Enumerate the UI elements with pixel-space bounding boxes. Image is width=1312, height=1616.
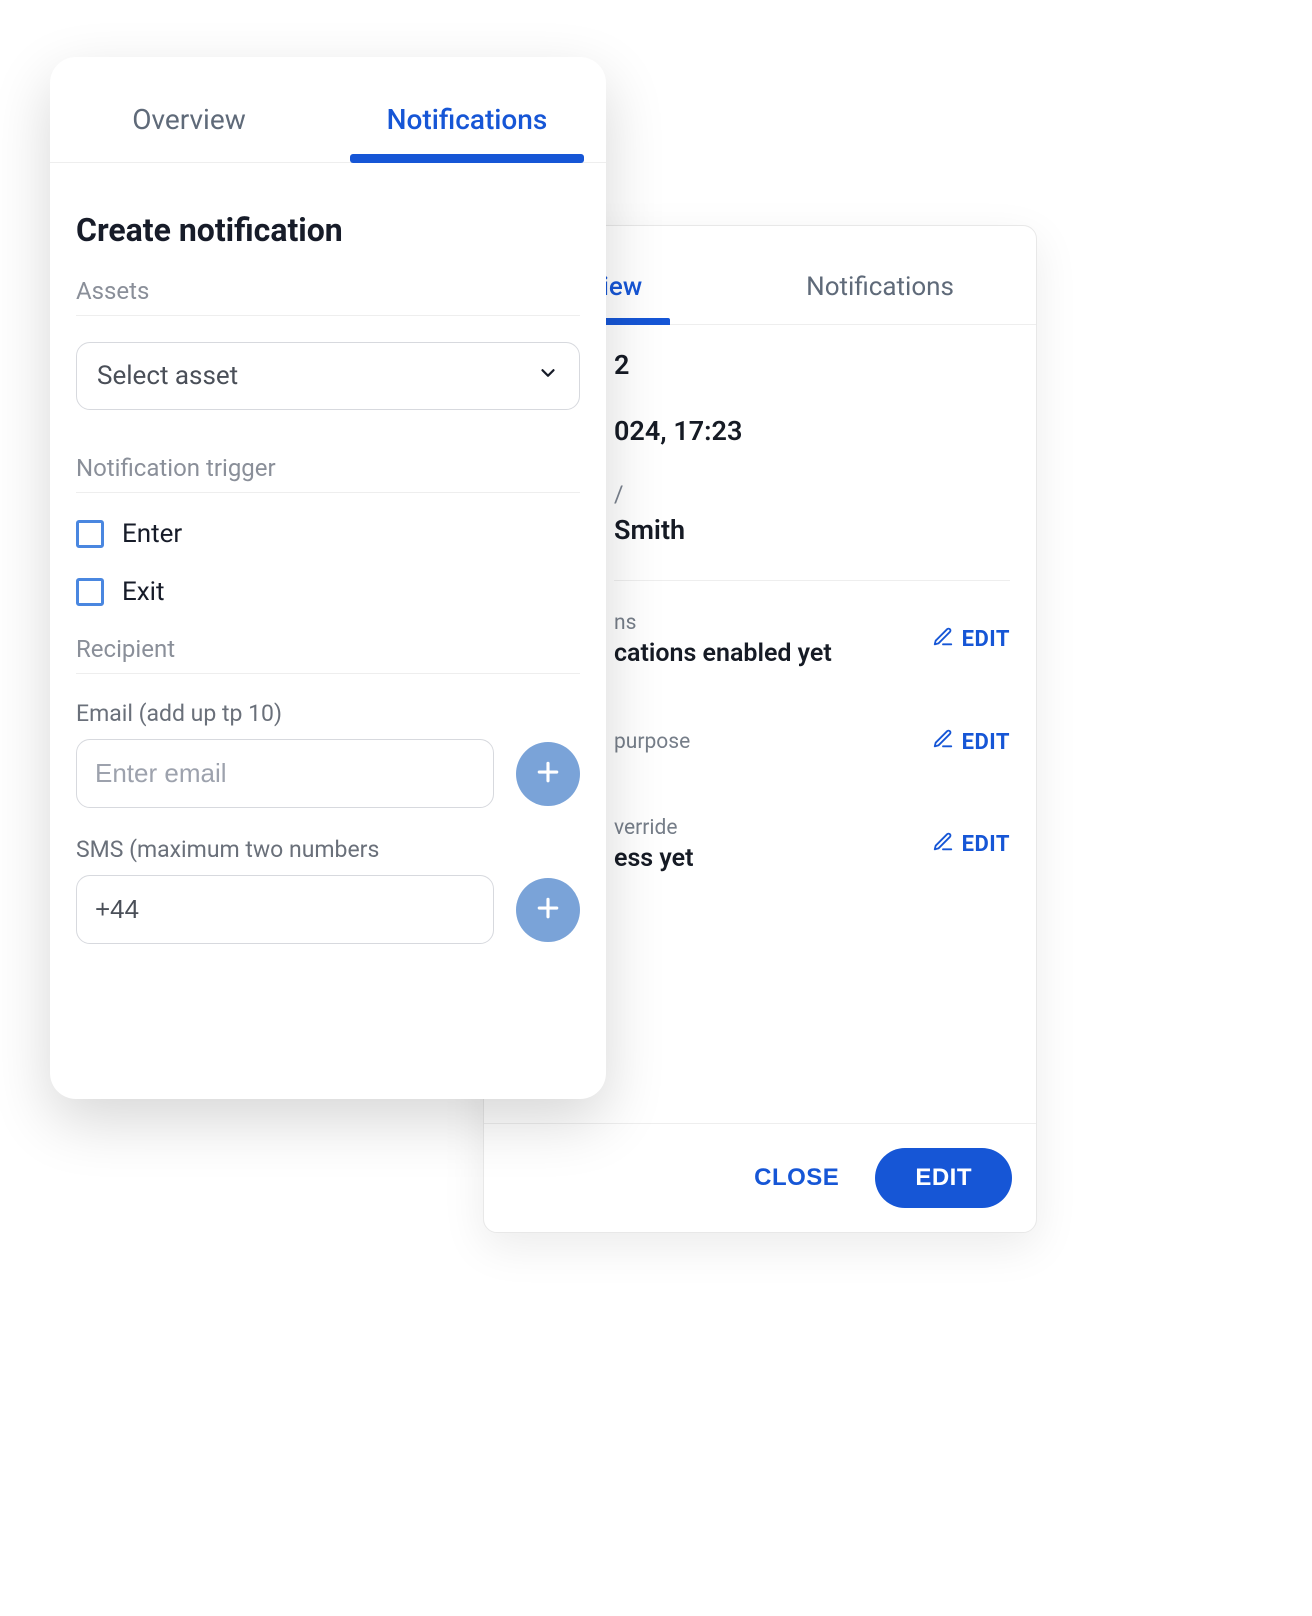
checkbox-exit[interactable] xyxy=(76,578,104,606)
overview-item-label: purpose xyxy=(614,730,922,754)
divider xyxy=(76,492,580,493)
overview-row-value: 024, 17:23 xyxy=(614,415,1010,447)
overview-item: verride ess yet EDIT xyxy=(614,816,1010,873)
divider xyxy=(76,673,580,674)
checkbox-exit-label: Exit xyxy=(122,577,165,607)
sms-input[interactable] xyxy=(76,875,494,944)
email-field-label: Email (add up tp 10) xyxy=(76,700,580,727)
tab-overview[interactable]: Overview xyxy=(50,81,328,162)
overview-row: / Smith xyxy=(614,481,1010,546)
overview-item: ns cations enabled yet EDIT xyxy=(614,611,1010,668)
overview-item: purpose EDIT xyxy=(614,728,1010,756)
edit-link-label: EDIT xyxy=(962,730,1010,755)
tab-notifications-back-label: Notifications xyxy=(806,272,954,302)
assets-section-label: Assets xyxy=(76,277,580,305)
overview-item-value: ess yet xyxy=(614,844,922,873)
recipient-section-label: Recipient xyxy=(76,635,580,663)
add-sms-button[interactable] xyxy=(516,878,580,942)
divider xyxy=(614,580,1010,581)
tab-notifications-label: Notifications xyxy=(387,103,548,136)
overview-footer: CLOSE EDIT xyxy=(484,1123,1036,1232)
create-notification-form: Create notification Assets Select asset … xyxy=(50,163,606,944)
tab-overview-label: Overview xyxy=(132,103,246,136)
asset-select-placeholder: Select asset xyxy=(97,361,238,391)
create-notification-panel: Overview Notifications Create notificati… xyxy=(50,57,606,1099)
edit-button[interactable]: EDIT xyxy=(875,1148,1012,1208)
trigger-exit-row[interactable]: Exit xyxy=(76,577,580,607)
edit-link[interactable]: EDIT xyxy=(932,626,1010,654)
asset-select[interactable]: Select asset xyxy=(76,342,580,410)
tab-notifications[interactable]: Notifications xyxy=(328,81,606,162)
page-title: Create notification xyxy=(76,211,580,249)
checkbox-enter[interactable] xyxy=(76,520,104,548)
edit-link[interactable]: EDIT xyxy=(932,728,1010,756)
overview-item-label: verride xyxy=(614,816,922,840)
sms-input-row xyxy=(76,875,580,944)
close-button[interactable]: CLOSE xyxy=(754,1148,839,1208)
trigger-section-label: Notification trigger xyxy=(76,454,580,482)
overview-item-value: cations enabled yet xyxy=(614,639,922,668)
edit-link-label: EDIT xyxy=(962,627,1010,652)
edit-link[interactable]: EDIT xyxy=(932,831,1010,859)
chevron-down-icon xyxy=(537,361,559,391)
pencil-icon xyxy=(932,831,954,859)
pencil-icon xyxy=(932,626,954,654)
trigger-enter-row[interactable]: Enter xyxy=(76,519,580,549)
overview-item-label: ns xyxy=(614,611,922,635)
overview-row: 2 xyxy=(614,349,1010,381)
front-tabs: Overview Notifications xyxy=(50,57,606,163)
plus-icon xyxy=(533,757,563,791)
overview-row-label: / xyxy=(614,481,1010,508)
pencil-icon xyxy=(932,728,954,756)
tab-notifications-back[interactable]: Notifications xyxy=(778,252,982,324)
edit-link-label: EDIT xyxy=(962,832,1010,857)
checkbox-enter-label: Enter xyxy=(122,519,182,549)
overview-row-value: 2 xyxy=(614,349,1010,381)
email-input[interactable] xyxy=(76,739,494,808)
divider xyxy=(76,315,580,316)
email-input-row xyxy=(76,739,580,808)
plus-icon xyxy=(533,893,563,927)
overview-row: 024, 17:23 xyxy=(614,415,1010,447)
sms-field-label: SMS (maximum two numbers xyxy=(76,836,580,863)
add-email-button[interactable] xyxy=(516,742,580,806)
overview-row-value: Smith xyxy=(614,514,1010,546)
